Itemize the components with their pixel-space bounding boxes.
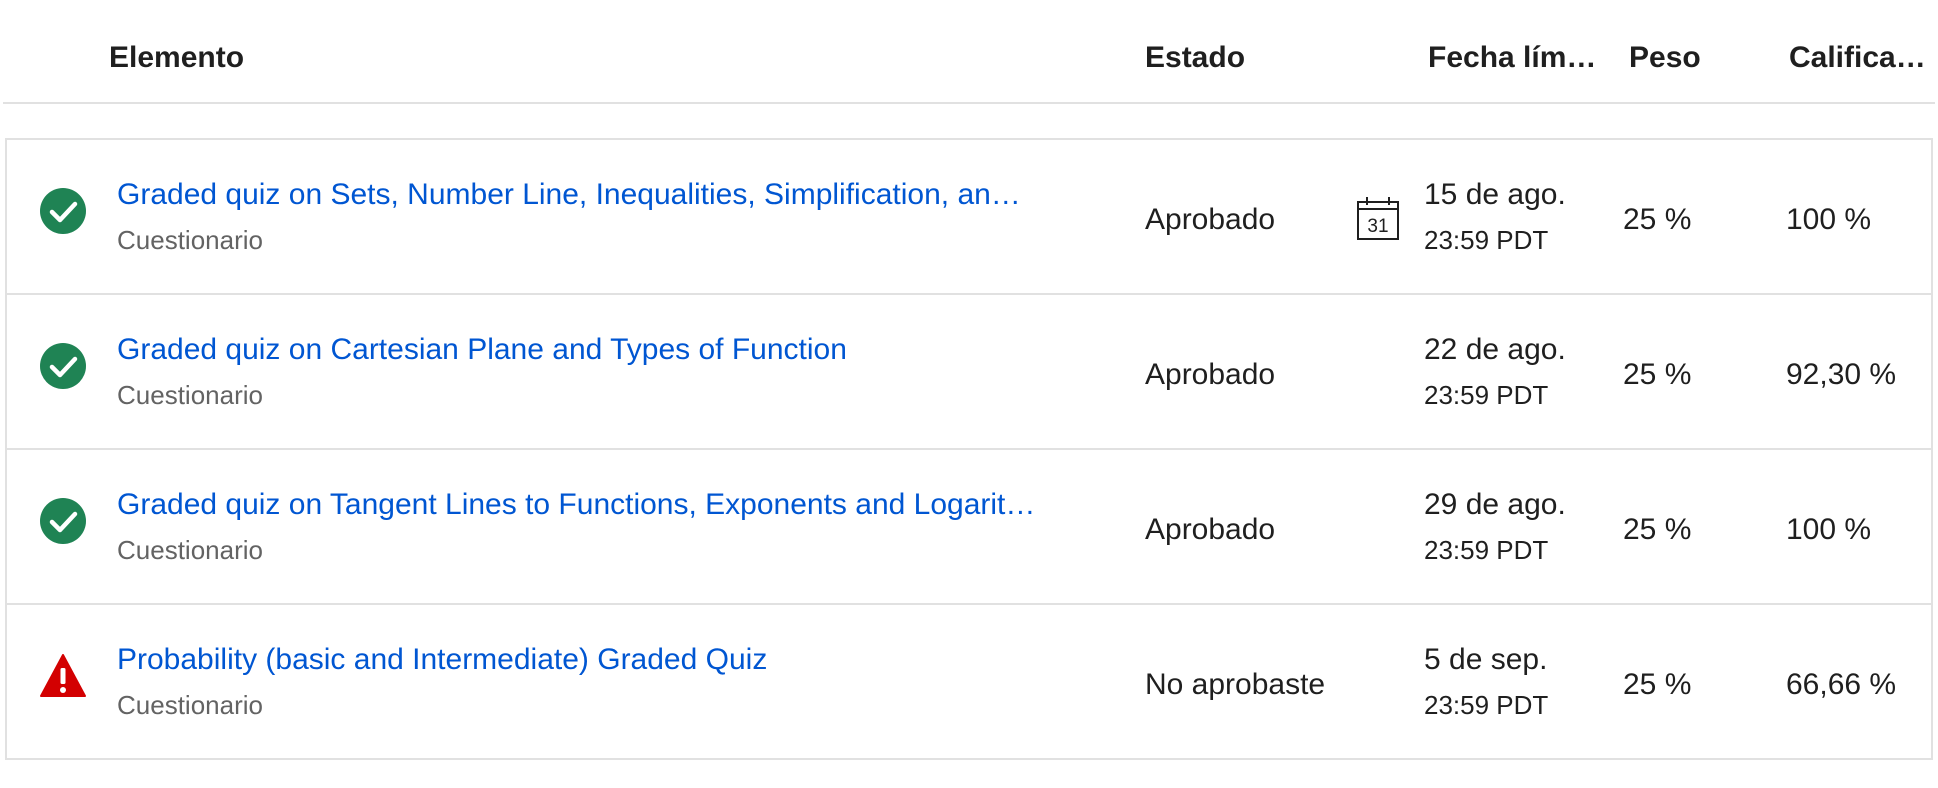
assignment-link[interactable]: Probability (basic and Intermediate) Gra… (117, 643, 767, 677)
weight-value: 25 % (1623, 203, 1692, 236)
assignment-type: Cuestionario (117, 690, 263, 720)
due-date: 5 de sep. (1424, 643, 1548, 676)
table-header: Elemento Estado Fecha lím… Peso Califica… (3, 0, 1935, 104)
status-text: Aprobado (1145, 203, 1276, 236)
table-row: Graded quiz on Sets, Number Line, Inequa… (7, 140, 1931, 295)
check-circle-icon (40, 188, 86, 234)
assignment-type: Cuestionario (117, 225, 263, 255)
assignment-link[interactable]: Graded quiz on Cartesian Plane and Types… (117, 333, 847, 367)
calendar-icon[interactable]: 31 (1355, 194, 1401, 242)
grade-value: 92,30 % (1786, 358, 1897, 391)
table-row: Graded quiz on Cartesian Plane and Types… (7, 295, 1931, 450)
due-date: 29 de ago. (1424, 488, 1566, 521)
assignment-link[interactable]: Graded quiz on Sets, Number Line, Inequa… (117, 178, 1021, 212)
grade-value: 100 % (1786, 203, 1872, 236)
column-header-status[interactable]: Estado (1145, 41, 1245, 75)
assignment-type: Cuestionario (117, 535, 263, 565)
weight-value: 25 % (1623, 668, 1692, 701)
grades-table: Graded quiz on Sets, Number Line, Inequa… (5, 138, 1933, 760)
column-header-grade[interactable]: Califica… (1789, 41, 1926, 75)
assignment-link[interactable]: Graded quiz on Tangent Lines to Function… (117, 488, 1035, 522)
grade-value: 66,66 % (1786, 668, 1897, 701)
table-row: Probability (basic and Intermediate) Gra… (7, 605, 1931, 758)
due-time: 23:59 PDT (1424, 690, 1549, 720)
due-time: 23:59 PDT (1424, 225, 1549, 255)
due-time: 23:59 PDT (1424, 535, 1549, 565)
column-header-due-date[interactable]: Fecha lím… (1428, 41, 1596, 75)
calendar-day-label: 31 (1367, 216, 1388, 237)
grade-value: 100 % (1786, 513, 1872, 546)
status-text: Aprobado (1145, 513, 1276, 546)
check-circle-icon (40, 498, 86, 544)
status-text: No aprobaste (1145, 668, 1326, 701)
table-row: Graded quiz on Tangent Lines to Function… (7, 450, 1931, 605)
column-header-weight[interactable]: Peso (1629, 41, 1701, 75)
assignment-type: Cuestionario (117, 380, 263, 410)
weight-value: 25 % (1623, 513, 1692, 546)
column-header-item[interactable]: Elemento (109, 41, 244, 75)
due-date: 15 de ago. (1424, 178, 1566, 211)
status-text: Aprobado (1145, 358, 1276, 391)
warning-triangle-icon (40, 654, 86, 697)
grades-table-view: Elemento Estado Fecha lím… Peso Califica… (0, 0, 1938, 788)
due-time: 23:59 PDT (1424, 380, 1549, 410)
weight-value: 25 % (1623, 358, 1692, 391)
due-date: 22 de ago. (1424, 333, 1566, 366)
check-circle-icon (40, 343, 86, 389)
